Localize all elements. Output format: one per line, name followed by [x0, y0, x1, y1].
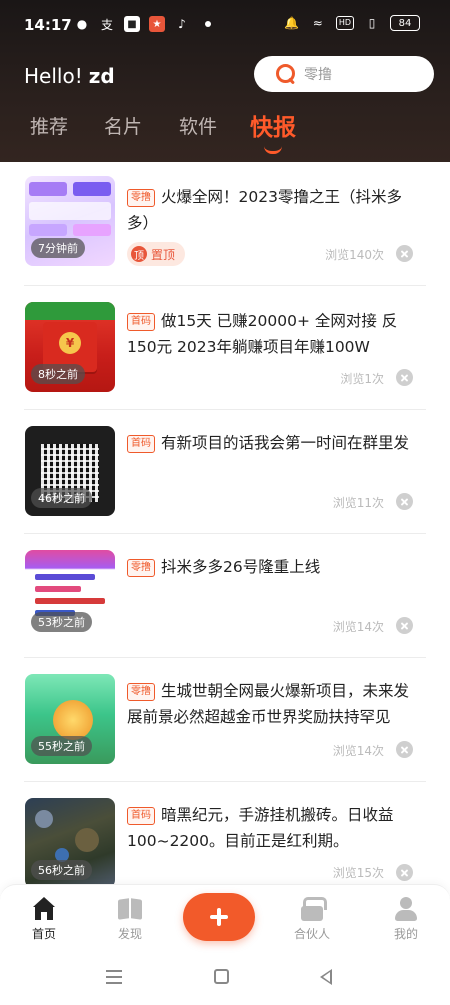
item-title-text: 暗黑纪元，手游挂机搬砖。日收益100~2200。目前正是红利期。	[127, 806, 394, 850]
item-title-text: 抖米多多26号隆重上线	[161, 558, 321, 576]
nav-discover-label: 发现	[117, 927, 142, 941]
back-icon[interactable]	[320, 969, 332, 985]
dismiss-icon[interactable]	[396, 617, 413, 634]
partner-icon	[299, 897, 327, 921]
item-time: 46秒之前	[31, 488, 92, 508]
status-bar: 14:17 ● 支 ■ ★ ♪ 🔔 ≈ HD ▯ 84	[0, 0, 450, 50]
item-tag: 首码	[127, 807, 155, 825]
list-item[interactable]: 53秒之前 零撸 抖米多多26号隆重上线 浏览14次	[0, 534, 450, 658]
wifi-icon: ≈	[312, 16, 323, 30]
add-button[interactable]	[183, 893, 255, 941]
item-thumbnail: 53秒之前	[25, 550, 115, 640]
user-icon	[393, 897, 419, 921]
item-title: 首码 暗黑纪元，手游挂机搬砖。日收益100~2200。目前正是红利期。	[127, 802, 423, 854]
nav-partner[interactable]: 合伙人	[282, 897, 342, 942]
battery-icon: 84	[390, 15, 420, 31]
item-time: 55秒之前	[31, 736, 92, 756]
item-views: 浏览14次	[332, 744, 384, 758]
greeting: Hello! zd	[24, 64, 115, 88]
item-views: 浏览14次	[332, 620, 384, 634]
tab-recommend[interactable]: 推荐	[30, 112, 68, 139]
nav-home-label: 首页	[31, 927, 56, 941]
signal-icon: ▯	[368, 16, 376, 30]
taobao-icon: ★	[149, 16, 165, 32]
item-time: 7分钟前	[31, 238, 85, 258]
list-item[interactable]: 55秒之前 零撸 生城世朝全网最火爆新项目，未来发展前景必然超越金币世界奖励扶持罕…	[0, 658, 450, 782]
list-item[interactable]: 56秒之前 首码 暗黑纪元，手游挂机搬砖。日收益100~2200。目前正是红利期。…	[0, 782, 450, 884]
item-title: 首码 做15天 已赚20000+ 全网对接 反150元 2023年躺赚项目年赚10…	[127, 308, 423, 360]
username: zd	[88, 64, 115, 88]
system-nav-bar	[0, 954, 450, 1005]
notification-icons: ● 支 ■ ★ ♪	[74, 16, 211, 32]
item-title-text: 生城世朝全网最火爆新项目，未来发展前景必然超越金币世界奖励扶持罕见	[127, 682, 410, 726]
recent-apps-icon[interactable]	[106, 970, 122, 984]
status-time: 14:17	[24, 16, 72, 34]
item-title: 零撸 抖米多多26号隆重上线	[127, 554, 423, 580]
pin-icon: 顶	[131, 246, 147, 262]
dismiss-icon[interactable]	[396, 245, 413, 262]
item-views: 浏览1次	[340, 372, 384, 386]
nav-mine-label: 我的	[393, 927, 418, 941]
hd-icon: HD	[335, 16, 354, 30]
book-icon	[117, 897, 143, 921]
item-tag: 首码	[127, 313, 155, 331]
system-icons: 🔔 ≈ HD ▯ 84	[284, 15, 420, 31]
item-time: 53秒之前	[31, 612, 92, 632]
nav-partner-label: 合伙人	[293, 927, 330, 941]
item-thumbnail: 55秒之前	[25, 674, 115, 764]
item-title: 首码 有新项目的话我会第一时间在群里发	[127, 430, 423, 456]
item-tag: 首码	[127, 435, 155, 453]
item-thumbnail: 7分钟前	[25, 176, 115, 266]
item-views: 浏览140次	[325, 248, 384, 262]
news-feed[interactable]: 7分钟前 零撸 火爆全网！2023零撸之王（抖米多多） 顶 置顶 浏览140次 ¥…	[0, 162, 450, 884]
item-time: 56秒之前	[31, 860, 92, 880]
dismiss-icon[interactable]	[396, 864, 413, 881]
dismiss-icon[interactable]	[396, 369, 413, 386]
tiktok-icon: ♪	[178, 17, 186, 31]
item-title-text: 做15天 已赚20000+ 全网对接 反150元 2023年躺赚项目年赚100W	[127, 312, 398, 356]
item-views: 浏览15次	[332, 866, 384, 880]
home-icon	[31, 897, 57, 921]
tab-news[interactable]: 快报	[250, 108, 296, 142]
app-icon: ■	[124, 16, 140, 32]
dismiss-icon[interactable]	[396, 741, 413, 758]
tab-software[interactable]: 软件	[179, 112, 217, 139]
item-thumbnail: ¥ 8秒之前	[25, 302, 115, 392]
search-icon	[276, 64, 296, 84]
active-tab-indicator	[264, 146, 282, 154]
alipay-icon: 支	[100, 17, 113, 32]
list-item[interactable]: ¥ 8秒之前 首码 做15天 已赚20000+ 全网对接 反150元 2023年躺…	[0, 286, 450, 410]
home-square-icon[interactable]	[214, 969, 229, 984]
item-title: 零撸 生城世朝全网最火爆新项目，未来发展前景必然超越金币世界奖励扶持罕见	[127, 678, 423, 730]
greeting-text: Hello!	[24, 64, 83, 88]
nav-home[interactable]: 首页	[14, 897, 74, 942]
item-tag: 零撸	[127, 189, 155, 207]
pinned-badge: 顶 置顶	[127, 242, 186, 266]
nav-mine[interactable]: 我的	[376, 897, 436, 942]
app-header: 14:17 ● 支 ■ ★ ♪ 🔔 ≈ HD ▯ 84 Hello! zd 零撸 …	[0, 0, 450, 162]
item-thumbnail: 56秒之前	[25, 798, 115, 884]
item-views: 浏览11次	[332, 496, 384, 510]
tab-cards[interactable]: 名片	[104, 112, 142, 139]
item-title-text: 火爆全网！2023零撸之王（抖米多多）	[127, 188, 402, 232]
more-notifications-icon	[205, 21, 211, 27]
category-tabs: 推荐 名片 软件 快报	[0, 112, 450, 154]
item-title-text: 有新项目的话我会第一时间在群里发	[161, 434, 410, 452]
qq-icon: ●	[76, 17, 88, 31]
item-time: 8秒之前	[31, 364, 85, 384]
item-title: 零撸 火爆全网！2023零撸之王（抖米多多）	[127, 184, 423, 236]
dismiss-icon[interactable]	[396, 493, 413, 510]
item-tag: 零撸	[127, 559, 155, 577]
nav-discover[interactable]: 发现	[100, 897, 160, 942]
list-item[interactable]: 46秒之前 首码 有新项目的话我会第一时间在群里发 浏览11次	[0, 410, 450, 534]
item-thumbnail: 46秒之前	[25, 426, 115, 516]
list-item[interactable]: 7分钟前 零撸 火爆全网！2023零撸之王（抖米多多） 顶 置顶 浏览140次	[0, 162, 450, 286]
item-tag: 零撸	[127, 683, 155, 701]
mute-icon: 🔔	[284, 16, 300, 30]
pinned-label: 置顶	[151, 247, 176, 262]
search-placeholder: 零撸	[304, 67, 332, 83]
search-bar[interactable]: 零撸	[254, 56, 434, 92]
bottom-nav: 首页 发现 合伙人 我的	[0, 884, 450, 954]
